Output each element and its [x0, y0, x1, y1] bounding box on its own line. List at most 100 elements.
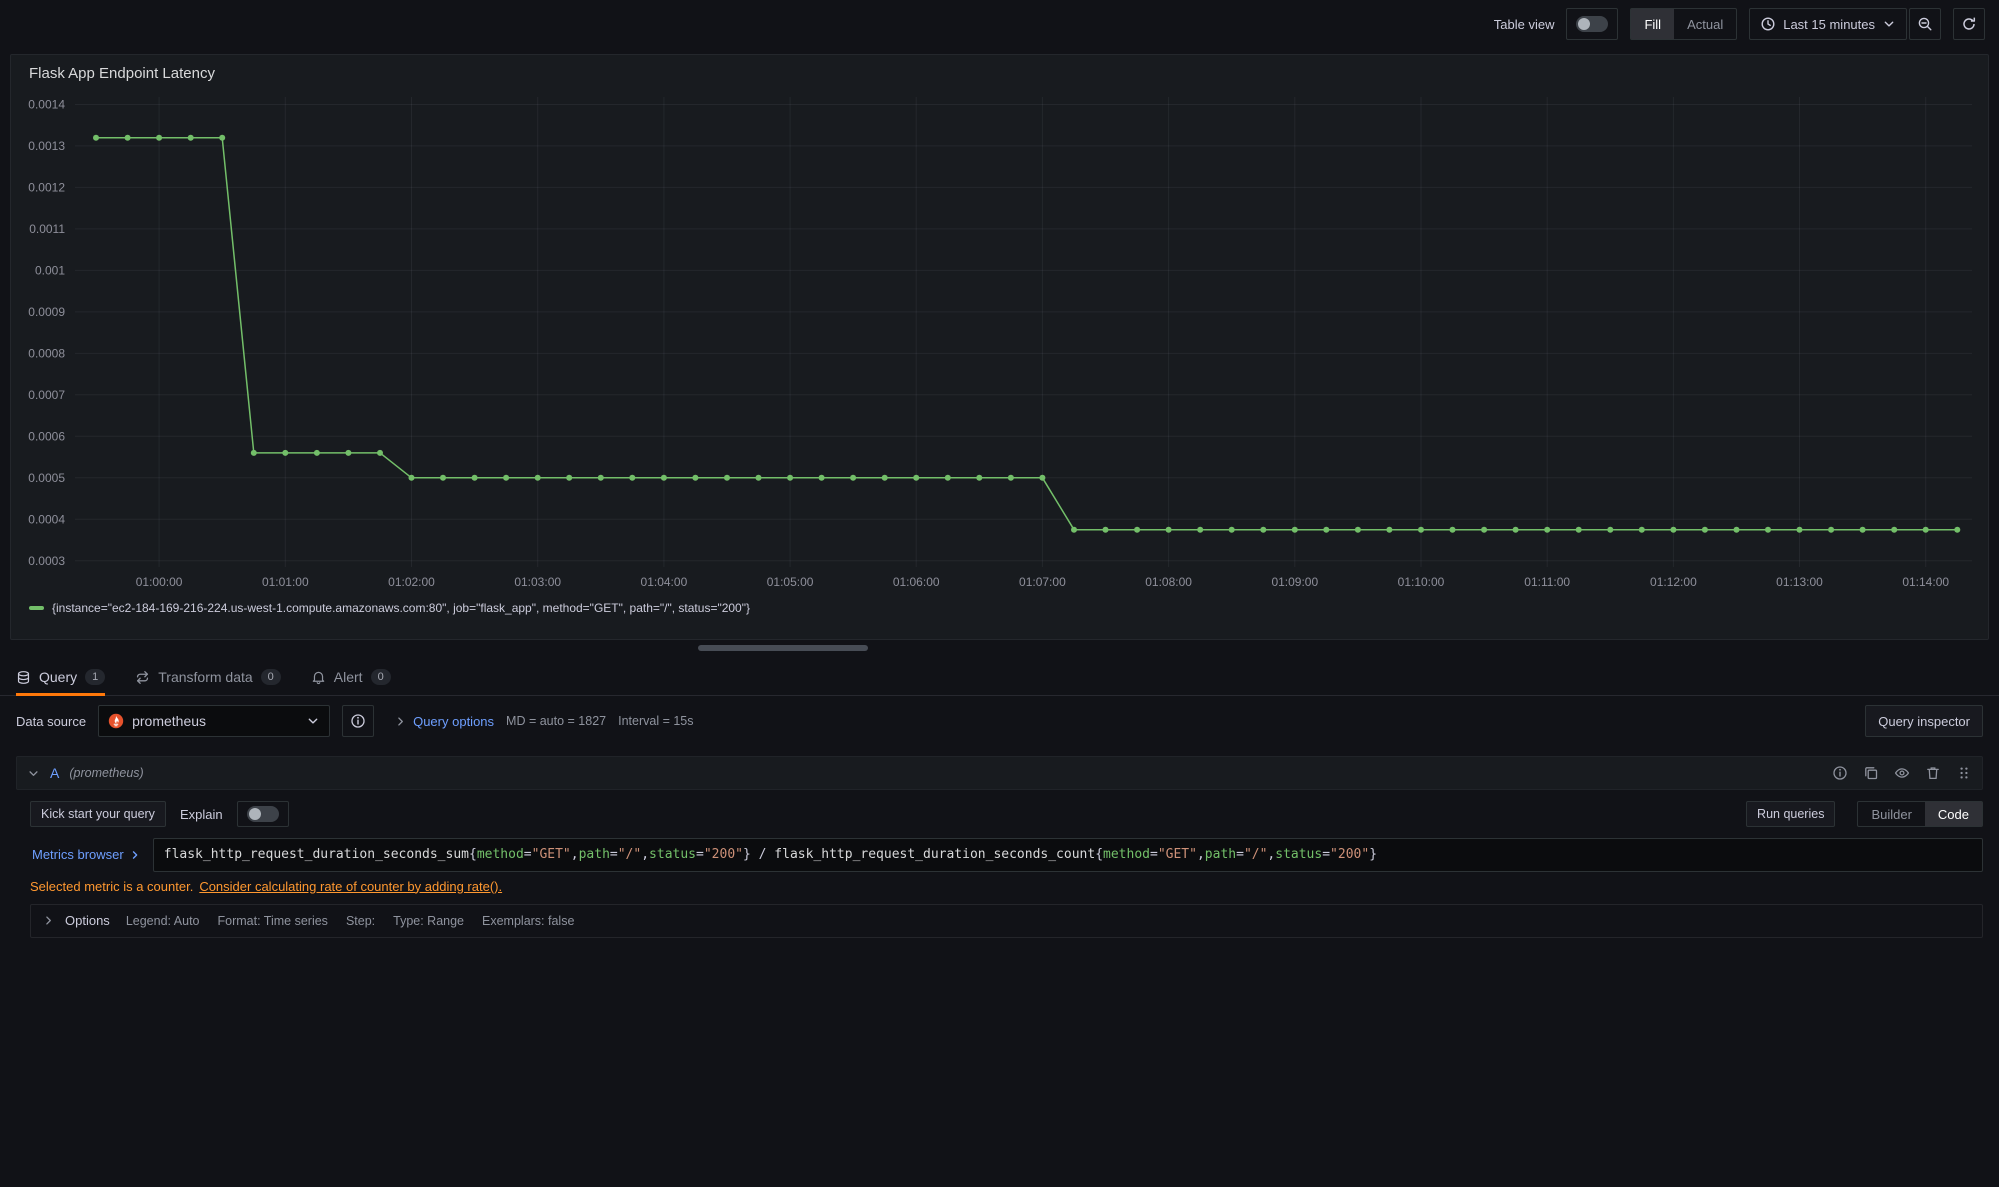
query-token: / [751, 847, 774, 862]
fill-actual-group: Fill Actual [1630, 8, 1737, 40]
query-token: = [1322, 847, 1330, 862]
chevron-down-icon [306, 714, 320, 728]
svg-text:01:01:00: 01:01:00 [262, 575, 309, 589]
query-row-body: Kick start your query Explain Run querie… [16, 790, 1983, 938]
toggle-visibility-icon[interactable] [1894, 765, 1910, 781]
query-options-toggle[interactable]: Query options [394, 714, 494, 729]
query-token: method [477, 847, 524, 862]
svg-text:0.0009: 0.0009 [28, 305, 65, 319]
table-view-switch-track [1576, 16, 1608, 32]
query-token: "/" [618, 847, 641, 862]
tab-transform-data[interactable]: Transform data 0 [135, 669, 281, 695]
query-token: "GET" [532, 847, 571, 862]
table-view-toggle[interactable] [1566, 8, 1618, 40]
query-inspector-button[interactable]: Query inspector [1865, 705, 1983, 737]
svg-text:0.0013: 0.0013 [28, 139, 65, 153]
svg-text:0.0007: 0.0007 [28, 388, 65, 402]
query-token: { [1095, 847, 1103, 862]
svg-text:01:07:00: 01:07:00 [1019, 575, 1066, 589]
query-help-icon[interactable] [1832, 765, 1848, 781]
legend-label: {instance="ec2-184-169-216-224.us-west-1… [52, 601, 750, 615]
query-expression-editor[interactable]: flask_http_request_duration_seconds_sum{… [153, 838, 1983, 872]
svg-text:0.001: 0.001 [35, 263, 65, 277]
query-ref-id: A [50, 765, 59, 781]
query-token: = [610, 847, 618, 862]
database-icon [16, 670, 31, 685]
panel-title: Flask App Endpoint Latency [11, 55, 1988, 85]
horizontal-scrollbar-handle[interactable] [698, 645, 868, 651]
query-token: , [1197, 847, 1205, 862]
time-controls: Last 15 minutes [1749, 8, 1941, 40]
svg-text:0.0014: 0.0014 [28, 98, 65, 112]
query-editor-section: A (prometheus) Kick start your query Exp… [16, 756, 1983, 938]
datasource-picker[interactable]: prometheus [98, 705, 330, 737]
query-token: status [649, 847, 696, 862]
builder-button[interactable]: Builder [1858, 802, 1924, 826]
code-button[interactable]: Code [1925, 802, 1982, 826]
svg-text:0.0003: 0.0003 [28, 554, 65, 568]
metrics-browser-button[interactable]: Metrics browser [30, 847, 153, 862]
transform-icon [135, 670, 150, 685]
query-token: flask_http_request_duration_seconds_coun… [774, 847, 1095, 862]
explain-toggle[interactable] [237, 801, 289, 827]
datasource-row: Data source prometheus Query options MD … [0, 696, 1999, 746]
table-view-switch-knob [1578, 18, 1590, 30]
toolbar: Table view Fill Actual Last 15 minutes [0, 0, 1999, 48]
tab-query-label: Query [39, 669, 77, 685]
query-token: = [524, 847, 532, 862]
tab-query-count: 1 [85, 669, 105, 685]
latency-chart: 01:00:0001:01:0001:02:0001:03:0001:04:00… [19, 87, 1980, 593]
options-label: Options [65, 913, 110, 928]
query-token: method [1103, 847, 1150, 862]
drag-handle-icon[interactable] [1956, 765, 1972, 781]
panel: Flask App Endpoint Latency 01:00:0001:01… [10, 54, 1989, 640]
chevron-right-icon [129, 849, 141, 861]
time-series-svg: 01:00:0001:01:0001:02:0001:03:0001:04:00… [19, 87, 1980, 593]
legend-item[interactable]: {instance="ec2-184-169-216-224.us-west-1… [29, 601, 750, 615]
svg-text:01:10:00: 01:10:00 [1398, 575, 1445, 589]
query-token: = [1236, 847, 1244, 862]
query-token: "200" [704, 847, 743, 862]
query-token: { [469, 847, 477, 862]
svg-text:01:13:00: 01:13:00 [1776, 575, 1823, 589]
svg-text:01:05:00: 01:05:00 [767, 575, 814, 589]
clock-icon [1760, 16, 1776, 32]
explain-switch-knob [249, 808, 261, 820]
svg-text:01:02:00: 01:02:00 [388, 575, 435, 589]
refresh-button[interactable] [1953, 8, 1985, 40]
tab-query[interactable]: Query 1 [16, 669, 105, 695]
grafana-panel-editor: Table view Fill Actual Last 15 minutes F… [0, 0, 1999, 1187]
time-range-picker[interactable]: Last 15 minutes [1749, 8, 1907, 40]
query-token: flask_http_request_duration_seconds_sum [164, 847, 469, 862]
remove-query-icon[interactable] [1925, 765, 1941, 781]
kickstart-button[interactable]: Kick start your query [30, 801, 166, 827]
query-token: } [1369, 847, 1377, 862]
actual-button[interactable]: Actual [1674, 9, 1736, 39]
query-row-actions [1832, 765, 1972, 781]
fill-button[interactable]: Fill [1631, 9, 1674, 39]
tab-alert[interactable]: Alert 0 [311, 669, 391, 695]
svg-text:0.0011: 0.0011 [29, 222, 65, 236]
svg-text:01:11:00: 01:11:00 [1524, 575, 1570, 589]
query-token: } [743, 847, 751, 862]
run-queries-button[interactable]: Run queries [1746, 801, 1835, 827]
query-datasource-hint: (prometheus) [69, 766, 143, 780]
svg-text:0.0008: 0.0008 [28, 346, 65, 360]
duplicate-query-icon[interactable] [1863, 765, 1879, 781]
editor-tabs: Query 1 Transform data 0 Alert 0 [0, 656, 1999, 696]
svg-text:01:14:00: 01:14:00 [1902, 575, 1949, 589]
zoom-out-icon [1917, 16, 1933, 32]
svg-text:01:12:00: 01:12:00 [1650, 575, 1697, 589]
zoom-out-button[interactable] [1909, 8, 1941, 40]
option-exemplars: Exemplars: false [482, 914, 574, 928]
query-token: = [1150, 847, 1158, 862]
tab-transform-count: 0 [261, 669, 281, 685]
svg-text:0.0012: 0.0012 [28, 180, 65, 194]
rate-hint-link[interactable]: Consider calculating rate of counter by … [199, 879, 502, 894]
query-token: "200" [1330, 847, 1369, 862]
prometheus-icon [108, 713, 124, 729]
collapse-query-icon[interactable] [27, 767, 40, 780]
options-toggle[interactable]: Options Legend: Auto Format: Time series… [30, 904, 1983, 938]
svg-text:01:06:00: 01:06:00 [893, 575, 940, 589]
datasource-help-button[interactable] [342, 705, 374, 737]
